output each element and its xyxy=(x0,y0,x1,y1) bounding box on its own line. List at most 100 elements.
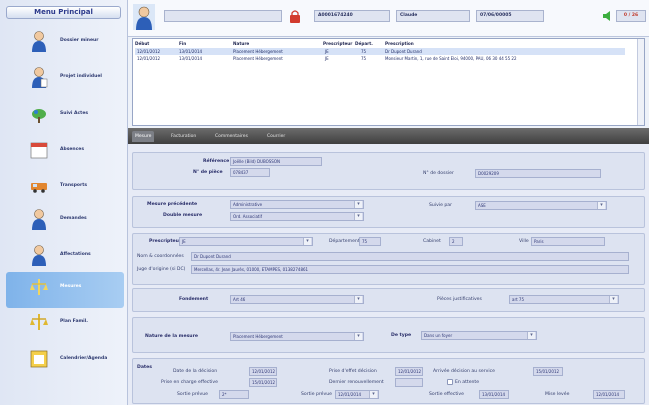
person-document-icon xyxy=(32,67,48,88)
header-bar: A0001674240 Claude 07/06/00005 0 / 26 xyxy=(128,0,649,37)
nav-item-demandes[interactable]: Demandes xyxy=(6,208,124,244)
name-coords-label: Nom & coordonnées xyxy=(137,254,184,259)
cell-nature: Placement Hébergement xyxy=(233,49,283,54)
nature-select[interactable]: Placement Hébergement xyxy=(230,332,364,341)
planned-exit-input[interactable]: 2* xyxy=(219,390,249,399)
nav-label: Affectations xyxy=(60,252,91,257)
panel-basis: Fondement Art 46 Pièces justificatives a… xyxy=(132,288,645,312)
column-header-depart[interactable]: Départ. xyxy=(355,41,373,46)
calendar-icon xyxy=(30,142,48,159)
effect-date-input[interactable]: 12/01/2012 xyxy=(395,367,423,376)
cell-depart: 75 xyxy=(361,49,367,54)
nav-label: Demandes xyxy=(60,216,87,221)
nav-label: Absences xyxy=(60,147,85,152)
nav-item-calendrier[interactable]: Calendrier/Agenda xyxy=(6,348,124,384)
dossier-no-input[interactable]: D0029209 xyxy=(475,169,601,178)
type-select[interactable]: Dans un foyer xyxy=(421,331,537,340)
piece-no-label: N° de pièce xyxy=(193,170,223,175)
prescriber-select[interactable]: JE xyxy=(179,237,313,246)
name-coords-input[interactable]: Dr Dupont Durand xyxy=(191,252,629,261)
column-header-debut[interactable]: Début xyxy=(135,41,149,46)
prev-measure-label: Mesure précédente xyxy=(147,202,198,207)
arrival-date-input[interactable]: 15/01/2012 xyxy=(533,367,563,376)
takeover-date-input[interactable]: 15/01/2012 xyxy=(249,378,277,387)
lock-icon[interactable] xyxy=(288,9,302,23)
arrival-date-label: Arrivée décision au service xyxy=(433,369,495,374)
speaker-icon[interactable] xyxy=(602,10,614,22)
person-question-icon xyxy=(32,209,46,230)
cell-depart: 75 xyxy=(361,56,367,61)
dates-title: Dates xyxy=(137,365,152,370)
column-header-nature[interactable]: Nature xyxy=(233,41,249,46)
nav-item-plan-famil[interactable]: Plan Famil. xyxy=(6,311,124,347)
followed-by-select[interactable]: ASE xyxy=(475,201,607,210)
nav-item-mesures[interactable]: Mesures xyxy=(6,276,124,312)
nav-label: Calendrier/Agenda xyxy=(60,356,108,361)
nav-label: Mesures xyxy=(60,284,82,289)
nav-item-projet-individuel[interactable]: Projet individuel xyxy=(6,66,124,102)
nav-label: Dossier mineur xyxy=(60,38,99,43)
tab-mesure[interactable]: Mesure xyxy=(132,131,155,142)
tab-facturation[interactable]: Facturation xyxy=(168,131,199,142)
decision-date-input[interactable]: 12/01/2012 xyxy=(249,367,277,376)
cell-prescription: Monsieur Martin, 1, rue de Saint Eloi, 9… xyxy=(385,56,517,61)
column-header-prescripteur[interactable]: Prescripteur xyxy=(323,41,352,46)
first-name-field: Claude xyxy=(396,10,470,22)
cell-prescripteur: JE xyxy=(325,56,329,61)
avatar xyxy=(133,4,155,30)
renewal-date-label: Dernier renouvellement xyxy=(329,380,384,385)
judge-label: Juge d'origine (si DC) xyxy=(137,267,186,272)
raised-label: Mise levée xyxy=(545,392,570,397)
basis-select[interactable]: Art 46 xyxy=(230,295,364,304)
table-scrollbar[interactable] xyxy=(637,39,644,125)
cell-debut: 12/01/2012 xyxy=(137,49,161,54)
column-header-fin[interactable]: Fin xyxy=(179,41,186,46)
leaf-icon xyxy=(32,109,46,123)
person-assign-icon xyxy=(32,245,46,266)
table-row-selected-bg xyxy=(135,48,625,55)
tab-commentaires[interactable]: Commentaires xyxy=(212,131,251,142)
cell-fin: 13/01/2014 xyxy=(179,56,203,61)
tab-courrier[interactable]: Courrier xyxy=(264,131,288,142)
name-field[interactable] xyxy=(164,10,282,22)
panel-dates: Dates Date de la décision 12/01/2012 Pri… xyxy=(132,358,645,404)
panel-reference: Référence Joëlle (Bild) DUBOSSON N° de p… xyxy=(132,152,645,190)
cabinet-label: Cabinet xyxy=(423,239,441,244)
cabinet-input[interactable]: 2 xyxy=(449,237,463,246)
nav-item-absences[interactable]: Absences xyxy=(6,139,124,175)
sidebar: Menu Principal Dossier mineur Projet ind… xyxy=(0,0,128,405)
supporting-docs-select[interactable]: art 75 xyxy=(509,295,619,304)
reference-label: Référence xyxy=(203,159,230,164)
agenda-icon xyxy=(30,350,48,368)
effect-date-label: Prise d'effet décision xyxy=(329,369,377,374)
nav-item-transports[interactable]: Transports xyxy=(6,175,124,211)
scale-family-icon xyxy=(30,314,48,330)
panel-previous-measure: Mesure précédente Administrative Double … xyxy=(132,196,645,228)
pending-checkbox[interactable] xyxy=(447,379,453,385)
column-header-prescription[interactable]: Prescription xyxy=(385,41,414,46)
city-label: Ville xyxy=(519,239,529,244)
cell-debut: 12/01/2012 xyxy=(137,56,161,61)
nav-label: Projet individuel xyxy=(60,74,102,79)
panel-nature: Nature de la mesure Placement Hébergemen… xyxy=(132,317,645,353)
nav-label: Suivi Actes xyxy=(60,111,89,116)
raised-input[interactable]: 12/01/2014 xyxy=(593,390,625,399)
nav-item-suivi-actes[interactable]: Suivi Actes xyxy=(6,103,124,139)
department-label: Département xyxy=(329,239,360,244)
prev-measure-select[interactable]: Administrative xyxy=(230,200,364,209)
department-input[interactable]: 75 xyxy=(359,237,381,246)
nav-label: Plan Famil. xyxy=(60,319,88,324)
renewal-date-input[interactable] xyxy=(395,378,423,387)
nav-item-affectations[interactable]: Affectations xyxy=(6,244,124,280)
double-measure-select[interactable]: Ord. Associatif xyxy=(230,212,364,221)
double-measure-label: Double mesure xyxy=(163,213,203,218)
reference-input[interactable]: Joëlle (Bild) DUBOSSON xyxy=(230,157,322,166)
measures-table[interactable]: Début Fin Nature Prescripteur Départ. Pr… xyxy=(132,38,645,126)
nav-item-dossier-mineur[interactable]: Dossier mineur xyxy=(6,30,124,66)
judge-input[interactable]: Mercellas, 4r. Jean Jaurès, 01000, ETAMP… xyxy=(191,265,629,274)
exit-date-select[interactable]: 12/01/2014 xyxy=(335,390,379,399)
dossier-no-label: N° de dossier xyxy=(423,171,454,176)
effective-exit-input[interactable]: 13/01/2014 xyxy=(479,390,509,399)
piece-no-input[interactable]: 078437 xyxy=(230,168,270,177)
city-input[interactable]: Paris xyxy=(531,237,605,246)
